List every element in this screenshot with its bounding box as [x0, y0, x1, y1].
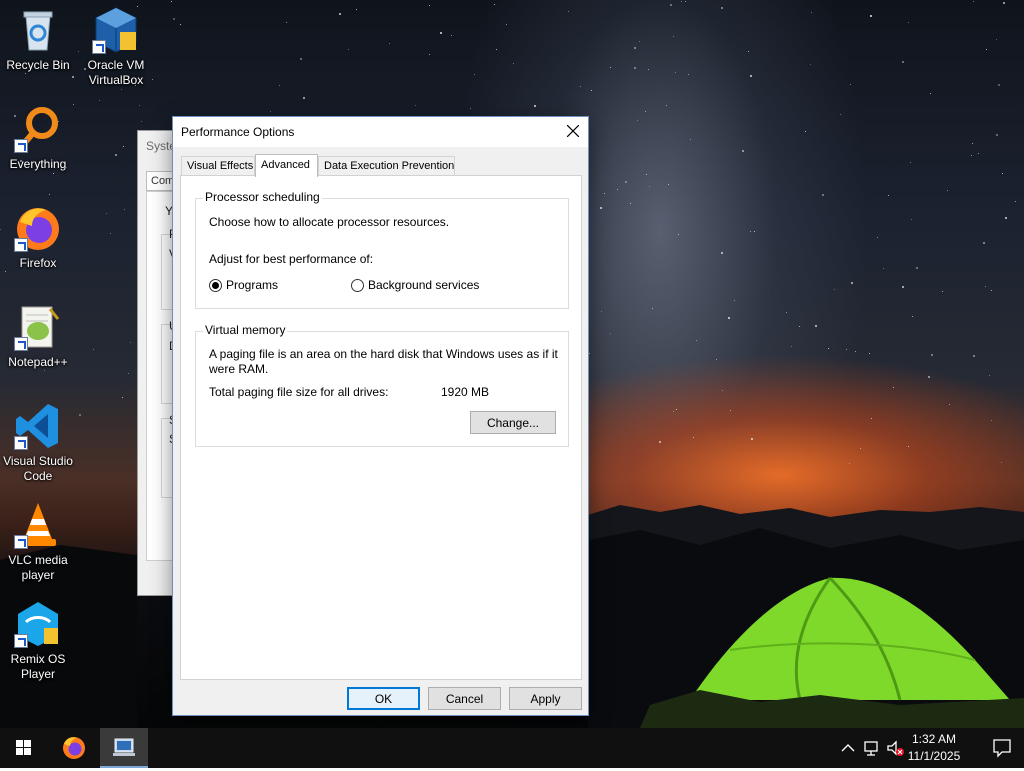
group-title: Processor scheduling: [203, 190, 322, 204]
shortcut-arrow-icon: [14, 634, 28, 648]
show-hidden-icons-chevron-icon[interactable]: [838, 738, 858, 758]
ok-button[interactable]: OK: [347, 687, 420, 710]
tab-advanced[interactable]: Advanced: [255, 154, 318, 177]
remix-os-icon: [14, 600, 62, 648]
radio-label: Background services: [368, 278, 480, 292]
shortcut-arrow-icon: [14, 436, 28, 450]
desktop-icon-label: Recycle Bin: [6, 58, 70, 72]
radio-programs[interactable]: Programs: [209, 278, 278, 292]
processor-description: Choose how to allocate processor resourc…: [209, 215, 450, 229]
shortcut-arrow-icon: [14, 139, 28, 153]
vscode-icon: [14, 402, 62, 450]
performance-options-dialog[interactable]: Performance Options Visual Effects Advan…: [172, 116, 589, 716]
total-paging-label: Total paging file size for all drives:: [209, 385, 389, 399]
desktop-icon-firefox[interactable]: Firefox: [0, 204, 76, 271]
change-button[interactable]: Change...: [470, 411, 556, 434]
taskbar: 1:32 AM 11/1/2025: [0, 728, 1024, 768]
desktop-icon-label: Everything: [9, 157, 67, 171]
notepad-plus-plus-icon: [14, 303, 62, 351]
desktop-icon-label: Visual Studio Code: [3, 454, 73, 483]
system-properties-icon: [113, 738, 135, 756]
desktop-icon-vscode[interactable]: Visual Studio Code: [0, 402, 76, 484]
recycle-bin-icon: [14, 6, 62, 54]
firefox-icon: [63, 737, 85, 759]
total-paging-value: 1920 MB: [441, 385, 490, 399]
desktop-icon-vlc[interactable]: VLC media player: [0, 501, 76, 583]
action-center-icon[interactable]: [992, 737, 1012, 759]
everything-search-icon: [14, 105, 62, 153]
desktop-icon-label: Remix OS Player: [10, 652, 66, 681]
desktop-icon-label: VLC media player: [8, 553, 68, 582]
radio-label: Programs: [226, 278, 279, 292]
start-icon: [16, 740, 31, 755]
desktop-icon-everything[interactable]: Everything: [0, 105, 76, 172]
close-button[interactable]: [558, 117, 588, 147]
advanced-tab-panel: Processor scheduling Choose how to alloc…: [180, 175, 582, 680]
desktop-icon-notepad-plus-plus[interactable]: Notepad++: [0, 303, 76, 370]
clock-date: 11/1/2025: [907, 749, 961, 763]
adjust-label: Adjust for best performance of:: [209, 252, 374, 266]
desktop-icon-virtualbox[interactable]: Oracle VM VirtualBox: [78, 6, 154, 88]
virtual-memory-description: A paging file is an area on the hard dis…: [209, 347, 558, 376]
virtual-memory-group: Virtual memory A paging file is an area …: [195, 323, 569, 447]
tab-data-execution-prevention[interactable]: Data Execution Prevention: [318, 156, 455, 176]
tab-visual-effects[interactable]: Visual Effects: [181, 156, 255, 176]
shortcut-arrow-icon: [92, 40, 106, 54]
shortcut-arrow-icon: [14, 337, 28, 351]
processor-scheduling-group: Processor scheduling Choose how to alloc…: [195, 190, 569, 309]
vlc-icon: [14, 501, 62, 549]
group-title: Virtual memory: [203, 323, 288, 337]
shortcut-arrow-icon: [14, 238, 28, 252]
desktop-icon-label: Oracle VM VirtualBox: [87, 58, 145, 87]
desktop-icon-label: Firefox: [19, 256, 57, 270]
radio-selected-icon: [209, 278, 222, 292]
clock-time: 1:32 AM: [911, 732, 957, 746]
desktop-wallpaper: Recycle Bin Oracle VM VirtualBox Everyth…: [0, 0, 1024, 728]
desktop-icon-label: Notepad++: [8, 355, 68, 369]
taskbar-system-properties[interactable]: [100, 728, 148, 768]
close-icon: [567, 125, 579, 137]
radio-background-services[interactable]: Background services: [351, 278, 479, 292]
desktop-icon-recycle-bin[interactable]: Recycle Bin: [0, 6, 76, 73]
shortcut-arrow-icon: [14, 535, 28, 549]
radio-unselected-icon: [351, 278, 364, 292]
start-button[interactable]: [0, 728, 48, 768]
dialog-titlebar[interactable]: Performance Options: [173, 117, 588, 147]
desktop-icon-remix-os[interactable]: Remix OS Player: [0, 600, 76, 682]
virtualbox-icon: [92, 6, 140, 54]
dialog-title: Performance Options: [181, 125, 295, 139]
system-clock[interactable]: 1:32 AM 11/1/2025: [902, 731, 966, 765]
taskbar-firefox[interactable]: [50, 728, 98, 768]
firefox-icon: [14, 204, 62, 252]
network-icon[interactable]: [862, 738, 882, 758]
apply-button[interactable]: Apply: [509, 687, 582, 710]
cancel-button[interactable]: Cancel: [428, 687, 501, 710]
